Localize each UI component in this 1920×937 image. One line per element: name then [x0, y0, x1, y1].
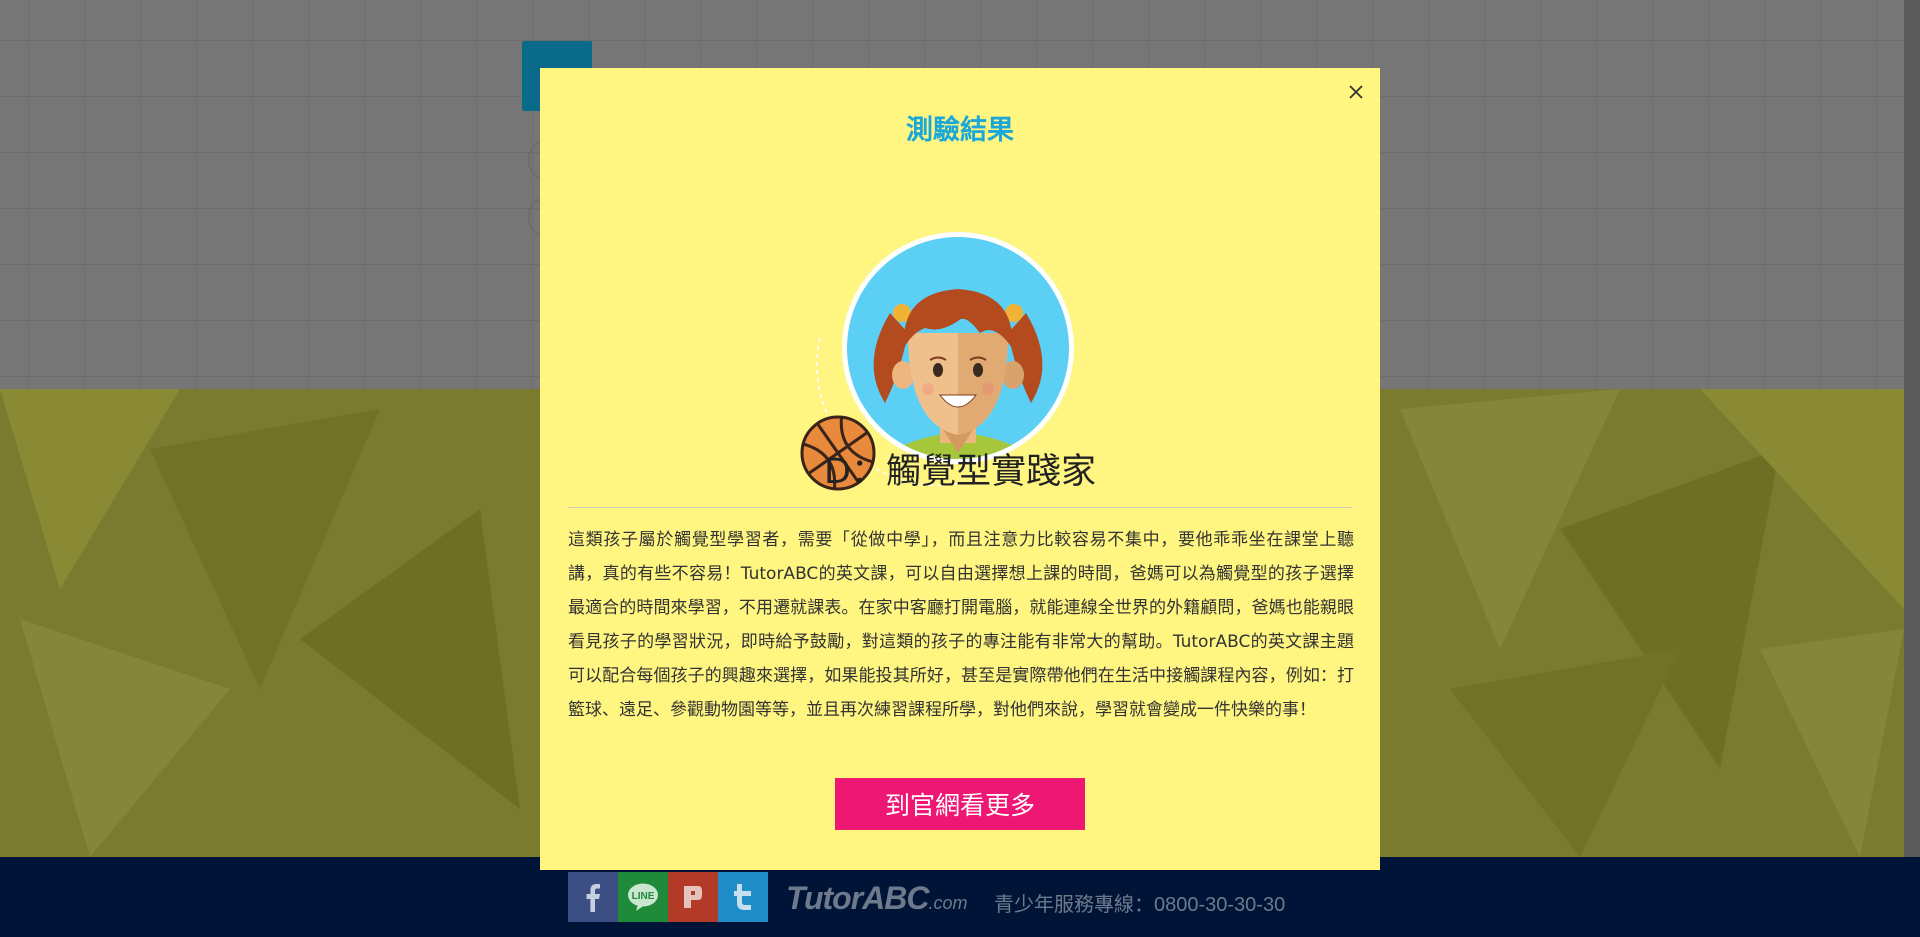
close-button[interactable] [1344, 80, 1368, 104]
result-modal: 測驗結果 D：觸覺型實踐家 這類孩子屬於觸覺型學習者，需要「從做中學」，而且注意… [540, 68, 1380, 870]
close-icon [1349, 85, 1363, 99]
result-description: 這類孩子屬於觸覺型學習者，需要「從做中學」，而且注意力比較容易不集中，要他乖乖坐… [568, 530, 1354, 720]
divider [568, 507, 1352, 508]
visit-website-button[interactable]: 到官網看更多 [835, 778, 1085, 830]
modal-heading: 測驗結果 [906, 115, 1014, 146]
result-title: D：觸覺型實踐家 [824, 452, 1096, 492]
